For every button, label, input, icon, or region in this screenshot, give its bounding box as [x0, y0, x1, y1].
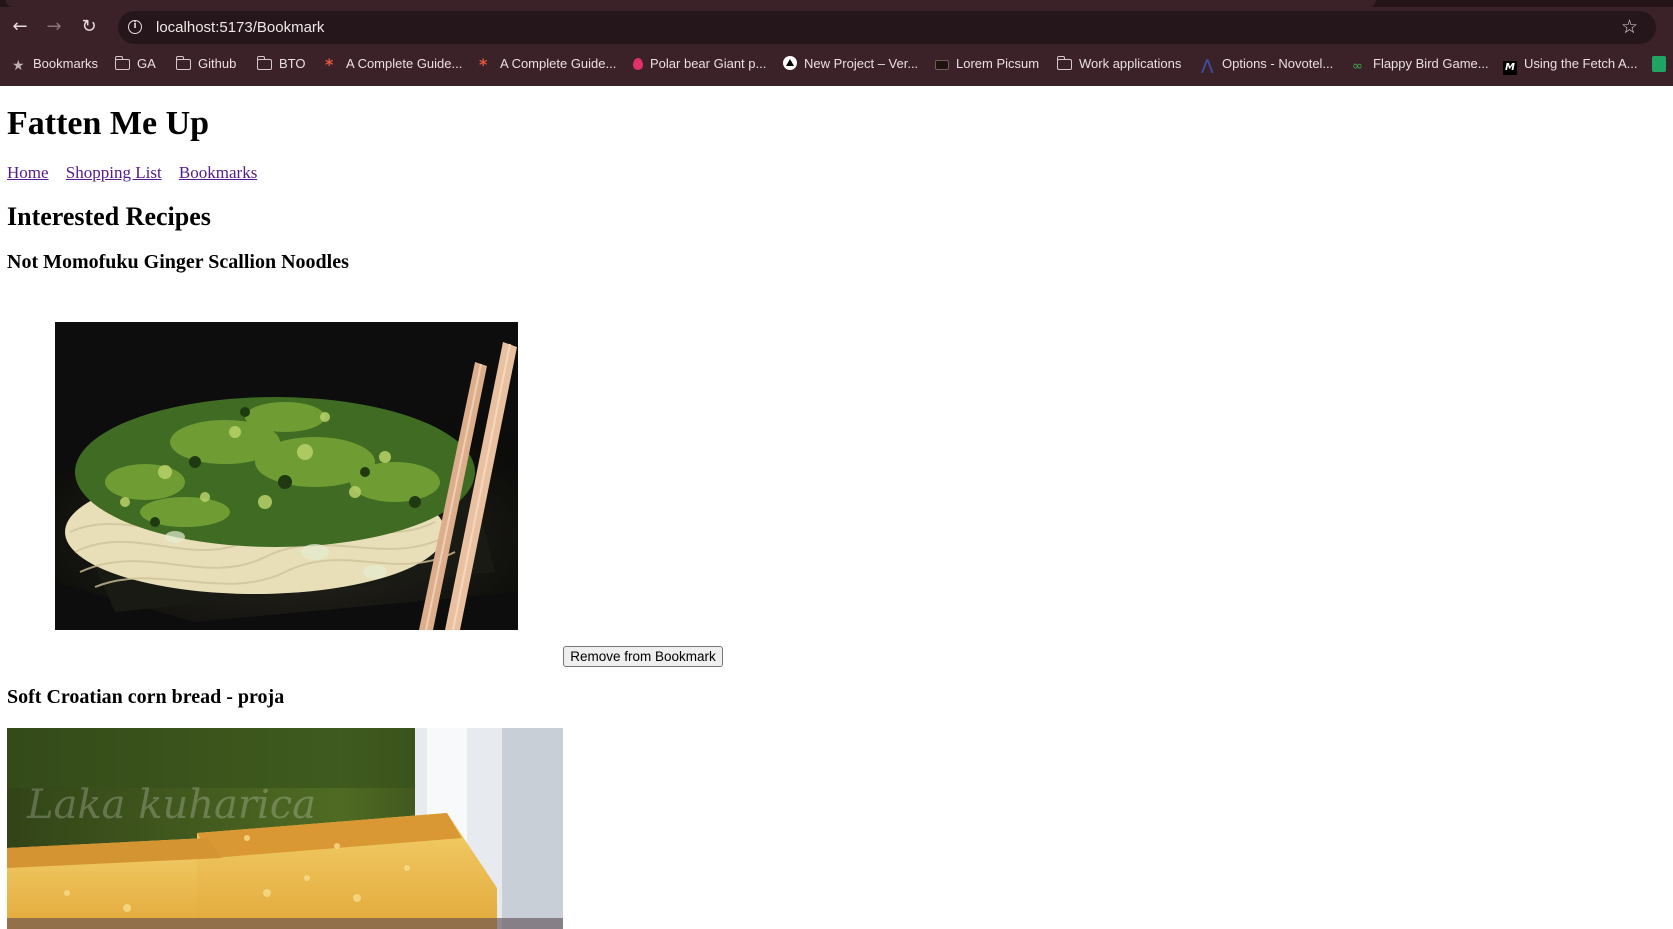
site-title: Fatten Me Up — [7, 105, 210, 142]
svg-text:Laka kuharica: Laka kuharica — [26, 782, 316, 828]
drop-icon — [633, 58, 643, 70]
picsum-icon — [935, 60, 949, 70]
bookmarks-bar: ★ Bookmarks GA Github BTO * A Complete Gui… — [0, 47, 1673, 80]
bookmark-label: Github — [198, 56, 237, 71]
bookmark-item[interactable]: ∞ Flappy Bird Game... — [1352, 47, 1489, 80]
bookmark-star-icon[interactable]: ☆ — [1621, 11, 1638, 44]
address-bar[interactable]: i localhost:5173/Bookmark ☆ — [118, 11, 1656, 44]
folder-icon — [114, 56, 130, 70]
page-heading: Interested Recipes — [7, 202, 211, 231]
bookmark-label: A Complete Guide... — [500, 56, 617, 71]
browser-chrome: ← → ↻ i localhost:5173/Bookmark ☆ ★ Bookm… — [0, 0, 1673, 86]
bookmark-label: GA — [137, 56, 156, 71]
back-arrow-icon[interactable]: ← — [8, 15, 32, 39]
main-nav: Home Shopping List Bookmarks — [7, 163, 270, 183]
bookmark-label: Polar bear Giant p... — [650, 56, 767, 71]
bookmark-item[interactable]: Polar bear Giant p... — [633, 47, 766, 80]
bookmark-item[interactable]: ★ Bookmarks — [12, 47, 98, 80]
site-info-icon[interactable]: i — [128, 20, 142, 34]
novotel-icon: ⋀ — [1201, 56, 1214, 74]
active-tab[interactable] — [6, 0, 1376, 7]
bookmark-item[interactable]: * A Complete Guide... — [325, 47, 462, 80]
bookmark-label: Lorem Picsum — [956, 56, 1040, 71]
bookmark-label: Options - Novotel... — [1222, 56, 1334, 71]
remove-from-bookmark-button[interactable]: Remove from Bookmark — [563, 646, 723, 667]
tab-strip — [0, 0, 1673, 7]
bookmark-folder-ga[interactable]: GA — [114, 47, 156, 80]
cornbread-image: Laka kuharica — [7, 728, 563, 929]
vercel-icon — [783, 56, 797, 70]
bookmark-folder-work[interactable]: Work applications — [1056, 47, 1182, 80]
bookmark-item[interactable]: M Using the Fetch A... — [1503, 47, 1637, 80]
bookmark-item[interactable] — [1652, 47, 1673, 80]
bookmark-label: Using the Fetch A... — [1524, 56, 1638, 71]
nav-link-shopping-list[interactable]: Shopping List — [66, 163, 162, 182]
bookmark-label: A Complete Guide... — [346, 56, 463, 71]
bookmark-label: Flappy Bird Game... — [1373, 56, 1489, 71]
forward-arrow-icon[interactable]: → — [42, 15, 66, 39]
folder-icon — [1056, 56, 1072, 70]
asterisk-icon: * — [479, 55, 488, 74]
bookmark-label: New Project – Ver... — [804, 56, 919, 71]
bookmark-label: BTO — [279, 56, 306, 71]
sheets-icon — [1652, 56, 1666, 72]
nav-link-bookmarks[interactable]: Bookmarks — [179, 163, 257, 182]
bookmark-item[interactable]: ⋀ Options - Novotel... — [1201, 47, 1333, 80]
folder-icon — [175, 56, 191, 70]
page-content: Fatten Me Up Home Shopping List Bookmark… — [0, 86, 1673, 929]
folder-icon — [256, 56, 272, 70]
url-text[interactable]: localhost:5173/Bookmark — [156, 11, 324, 44]
recipe-title: Soft Croatian corn bread - proja — [7, 686, 285, 708]
star-icon: ★ — [12, 58, 25, 74]
noodles-image — [55, 322, 518, 630]
bookmark-item[interactable]: * A Complete Guide... — [479, 47, 616, 80]
bookmark-item[interactable]: New Project – Ver... — [783, 47, 918, 80]
bookmark-folder-bto[interactable]: BTO — [256, 47, 306, 80]
browser-toolbar: ← → ↻ i localhost:5173/Bookmark ☆ — [0, 7, 1673, 47]
asterisk-icon: * — [325, 55, 334, 74]
recipe-title: Not Momofuku Ginger Scallion Noodles — [7, 251, 349, 273]
bookmark-label: Bookmarks — [33, 56, 99, 71]
flappy-icon: ∞ — [1352, 59, 1363, 74]
mdn-icon: M — [1503, 61, 1517, 75]
bookmark-item[interactable]: Lorem Picsum — [935, 47, 1039, 80]
bookmark-folder-github[interactable]: Github — [175, 47, 237, 80]
nav-link-home[interactable]: Home — [7, 163, 49, 182]
bookmark-label: Work applications — [1079, 56, 1182, 71]
reload-icon[interactable]: ↻ — [77, 15, 101, 39]
